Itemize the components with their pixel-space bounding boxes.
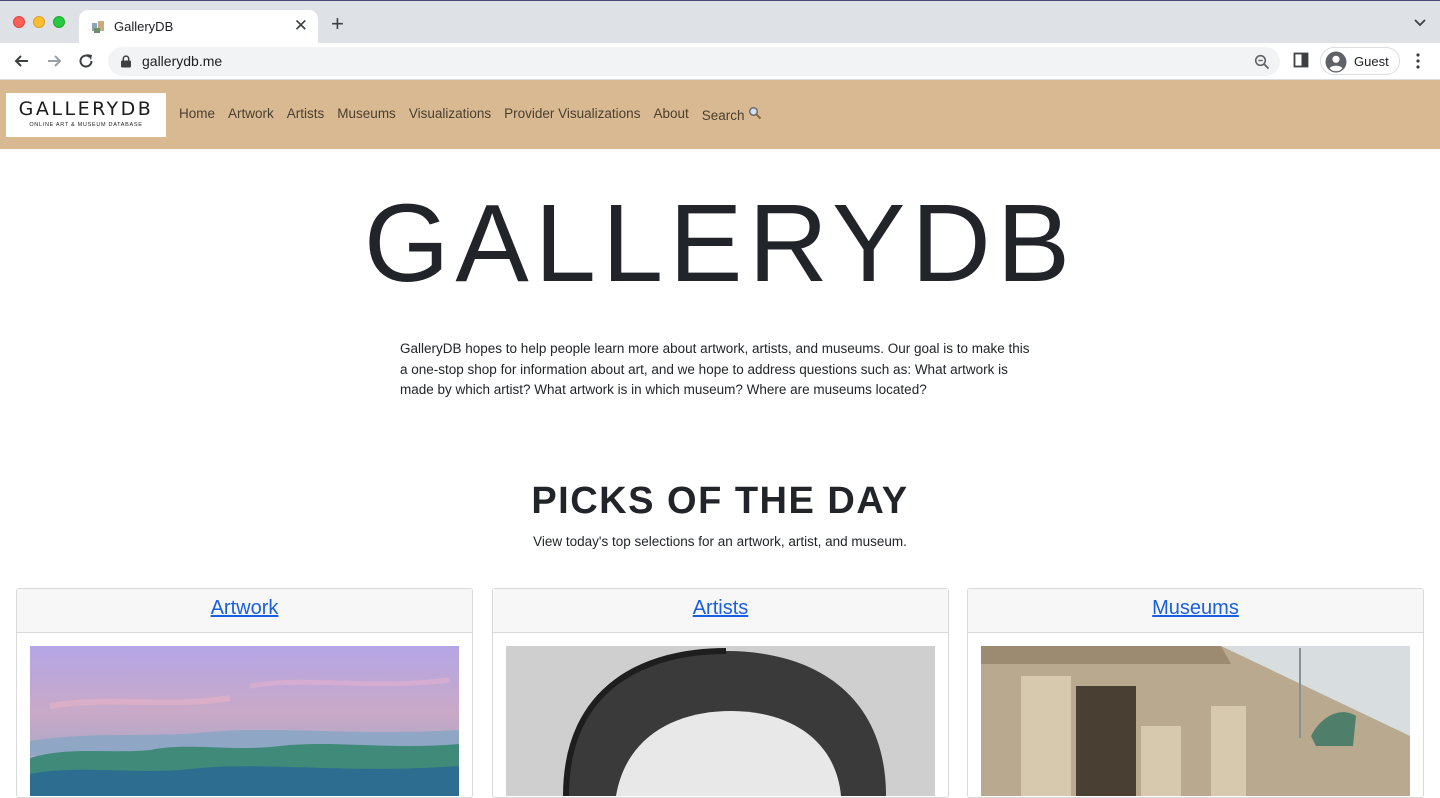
nav-links: Home Artwork Artists Museums Visualizati… xyxy=(179,106,762,123)
card-header: Artwork xyxy=(17,589,472,633)
tab-title: GalleryDB xyxy=(114,19,174,34)
site-navbar: GALLERYDB ONLINE ART & MUSEUM DATABASE H… xyxy=(0,80,1440,149)
nav-link-provider-visualizations[interactable]: Provider Visualizations xyxy=(504,106,640,123)
nav-link-visualizations[interactable]: Visualizations xyxy=(409,106,491,123)
close-window-button[interactable] xyxy=(13,16,25,28)
tab-close-icon[interactable]: ✕ xyxy=(294,16,308,36)
artist-portrait-image xyxy=(506,646,935,796)
landscape-painting-image xyxy=(30,646,459,796)
artists-card-link[interactable]: Artists xyxy=(693,597,749,620)
nav-link-artists[interactable]: Artists xyxy=(287,106,325,123)
nav-link-museums[interactable]: Museums xyxy=(337,106,396,123)
profile-button[interactable]: Guest xyxy=(1320,47,1400,75)
site-logo[interactable]: GALLERYDB ONLINE ART & MUSEUM DATABASE xyxy=(6,93,166,137)
picks-heading: PICKS OF THE DAY xyxy=(531,480,909,522)
card-header: Artists xyxy=(493,589,948,633)
logo-wordmark: GALLERYDB xyxy=(18,98,154,120)
intro-paragraph: GalleryDB hopes to help people learn mor… xyxy=(400,341,1030,397)
back-arrow-icon[interactable] xyxy=(12,51,32,71)
lock-icon[interactable] xyxy=(120,55,132,68)
minimize-window-button[interactable] xyxy=(33,16,45,28)
forward-arrow-icon[interactable] xyxy=(44,51,64,71)
logo-tagline: ONLINE ART & MUSEUM DATABASE xyxy=(29,122,143,128)
card-header: Museums xyxy=(968,589,1423,633)
artwork-card-link[interactable]: Artwork xyxy=(211,597,279,620)
tab-list-chevron-down-icon[interactable] xyxy=(1414,16,1426,28)
artist-pick-image[interactable] xyxy=(506,646,935,796)
maximize-window-button[interactable] xyxy=(53,16,65,28)
page-title: GALLERYDB xyxy=(363,182,1077,305)
picks-subtitle: View today's top selections for an artwo… xyxy=(533,534,907,549)
reload-icon[interactable] xyxy=(76,51,96,71)
avatar-icon xyxy=(1325,51,1347,73)
profile-label: Guest xyxy=(1354,54,1389,69)
browser-tab[interactable]: GalleryDB ✕ xyxy=(79,10,318,44)
browser-tab-bar: GalleryDB ✕ + xyxy=(0,0,1440,44)
nav-link-artwork[interactable]: Artwork xyxy=(228,106,274,123)
gallerydb-favicon-icon xyxy=(92,21,104,33)
museum-pick-card: Museums xyxy=(967,588,1424,798)
artwork-pick-image[interactable] xyxy=(30,646,459,796)
nav-link-about[interactable]: About xyxy=(653,106,688,123)
url-text[interactable]: gallerydb.me xyxy=(142,53,222,69)
nav-link-home[interactable]: Home xyxy=(179,106,215,123)
zoom-magnifier-icon[interactable] xyxy=(1254,54,1270,70)
address-bar[interactable]: gallerydb.me xyxy=(108,47,1280,76)
search-icon xyxy=(748,106,761,120)
museum-pick-image[interactable] xyxy=(981,646,1410,796)
museums-card-link[interactable]: Museums xyxy=(1152,597,1239,620)
browser-toolbar: gallerydb.me xyxy=(0,43,1440,80)
nav-link-search[interactable]: Search xyxy=(702,106,762,123)
more-menu-icon[interactable] xyxy=(1413,52,1423,70)
nav-link-search-label: Search xyxy=(701,108,745,123)
artist-pick-card: Artists xyxy=(492,588,949,798)
artwork-pick-card: Artwork xyxy=(16,588,473,798)
museum-building-image xyxy=(981,646,1410,796)
side-panel-icon[interactable] xyxy=(1293,52,1309,68)
new-tab-button[interactable]: + xyxy=(331,13,344,35)
